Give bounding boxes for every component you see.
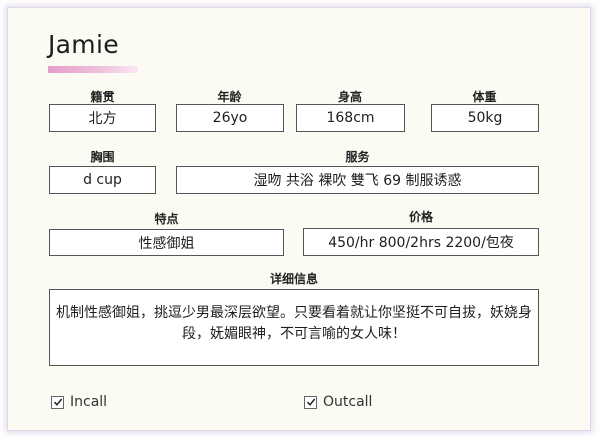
outcall-label: Outcall: [323, 394, 373, 410]
outcall-checkbox[interactable]: [304, 395, 317, 409]
weight-label: 体重: [472, 90, 497, 104]
age-label: 年龄: [217, 90, 242, 104]
chest-label: 胸围: [90, 150, 115, 164]
incall-option[interactable]: Incall: [51, 394, 107, 410]
price-field[interactable]: 450/hr 800/2hrs 2200/包夜: [303, 228, 539, 256]
details-textarea[interactable]: 机制性感御姐，挑逗少男最深层欲望。只要看着就让你坚挺不可自拔，妖娆身段，妩媚眼神…: [49, 289, 539, 366]
price-label: 价格: [408, 210, 433, 224]
profile-card: Jamie 籍贯 年龄 身高 体重 北方 26yo 168cm 50kg 胸围 …: [7, 7, 591, 431]
outcall-option[interactable]: Outcall: [304, 394, 372, 410]
details-label: 详细信息: [269, 272, 318, 286]
services-field[interactable]: 湿吻 共浴 裸吹 雙飞 69 制服诱惑: [176, 166, 539, 194]
origin-field[interactable]: 北方: [49, 104, 156, 132]
origin-label: 籍贯: [90, 90, 115, 104]
chest-field[interactable]: d cup: [49, 166, 156, 194]
checkmark-icon: [53, 398, 62, 406]
profile-name: Jamie: [48, 30, 119, 59]
services-label: 服务: [345, 150, 370, 164]
incall-label: Incall: [70, 394, 108, 410]
height-label: 身高: [337, 90, 362, 104]
age-field[interactable]: 26yo: [176, 104, 284, 132]
title-accent-underline: [48, 66, 138, 73]
traits-field[interactable]: 性感御姐: [49, 229, 284, 256]
checkmark-icon: [306, 398, 315, 406]
height-field[interactable]: 168cm: [296, 104, 405, 132]
weight-field[interactable]: 50kg: [431, 104, 539, 132]
incall-checkbox[interactable]: [51, 395, 64, 409]
traits-label: 特点: [154, 212, 179, 226]
